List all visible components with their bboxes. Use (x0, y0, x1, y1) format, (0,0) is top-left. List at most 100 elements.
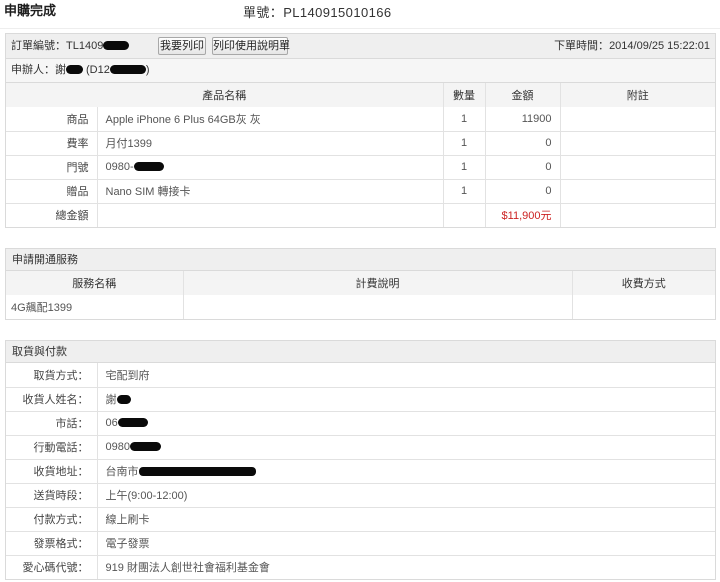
column-header-amount: 金額 (485, 83, 561, 107)
field-value: 上午(9:00-12:00) (97, 483, 715, 508)
table-row: 商品 Apple iPhone 6 Plus 64GB灰 灰 1 11900 (6, 107, 715, 132)
applicant-name: 謝 (55, 64, 66, 76)
item-note (560, 131, 715, 156)
order-items-header-row: 產品名稱 數量 金額 附註 (6, 83, 715, 107)
table-row: 收貨人姓名： 謝 (6, 387, 715, 412)
item-quantity: 1 (443, 155, 486, 180)
order-summary-panel: 訂單編號：TL1409 我要列印 列印使用說明單 下單時間：2014/09/25… (5, 33, 716, 228)
item-category: 費率 (6, 131, 98, 156)
page-header: 申購完成 單號：PL140915010166 (0, 0, 720, 29)
applicant-label: 申辦人： (11, 64, 55, 76)
item-category: 門號 (6, 155, 98, 180)
total-amount: $11,900元 (485, 203, 561, 227)
field-value: 宅配到府 (97, 363, 715, 388)
redaction-mark (129, 441, 161, 451)
order-time: 下單時間：2014/09/25 15:22:01 (554, 34, 710, 58)
item-amount: 0 (485, 155, 561, 180)
item-category: 贈品 (6, 179, 98, 204)
item-amount: 0 (485, 179, 561, 204)
table-row: 行動電話： 0980 (6, 435, 715, 460)
mobile-prefix: 0980 (105, 441, 130, 453)
item-category: 商品 (6, 107, 98, 132)
redaction-mark (133, 161, 164, 171)
item-quantity: 1 (443, 179, 486, 204)
item-name: 月付1399 (97, 131, 444, 156)
item-amount: 11900 (485, 107, 561, 132)
total-name-cell (97, 203, 444, 227)
order-items-table: 產品名稱 數量 金額 附註 商品 Apple iPhone 6 Plus 64G… (6, 83, 715, 227)
field-value: 919 財團法人創世社會福利基金會 (105, 562, 270, 575)
table-row: 費率 月付1399 1 0 (6, 131, 715, 156)
total-row: 總金額 $11,900元 (6, 203, 715, 227)
item-name: Apple iPhone 6 Plus 64GB灰 灰 (97, 107, 444, 132)
column-header-service-name: 服務名稱 (6, 271, 184, 295)
field-label: 愛心碼代號： (6, 555, 98, 579)
applicant-id: (D12 (86, 64, 110, 76)
services-panel: 申請開通服務 服務名稱 計費說明 收費方式 4G飆配1399 (5, 248, 716, 320)
field-label: 收貨地址： (6, 459, 98, 484)
order-number-value: PL140915010166 (283, 5, 392, 20)
field-value: 06 (97, 411, 715, 436)
field-value: 謝 (97, 387, 715, 412)
service-payment (572, 295, 715, 319)
table-row: 門號 0980- 1 0 (6, 155, 715, 180)
field-label: 取貨方式： (6, 363, 98, 388)
services-table: 服務名稱 計費說明 收費方式 4G飆配1399 (6, 271, 715, 319)
order-time-value: 2014/09/25 15:22:01 (609, 40, 710, 52)
field-value: 線上刷卡 (97, 507, 715, 532)
table-row: 市話： 06 (6, 411, 715, 436)
table-row: 送貨時段： 上午(9:00-12:00) (6, 483, 715, 508)
delivery-title: 取貨與付款 (6, 341, 715, 363)
total-quantity-cell (443, 203, 486, 227)
applicant-id-close: ) (145, 64, 150, 76)
table-row: 收貨地址： 台南市 (6, 459, 715, 484)
address-prefix: 台南市 (105, 466, 139, 478)
column-header-billing: 計費說明 (183, 271, 573, 295)
table-row: 付款方式： 線上刷卡 (6, 507, 715, 532)
table-row: 贈品 Nano SIM 轉接卡 1 0 (6, 179, 715, 204)
column-header-payment: 收費方式 (572, 271, 715, 295)
order-id-label: 訂單編號： (11, 40, 66, 52)
field-value: 0980 (97, 435, 715, 460)
table-row: 取貨方式： 宅配到府 (6, 363, 715, 388)
column-header-quantity: 數量 (443, 83, 486, 107)
item-note (560, 107, 715, 132)
receiver-name: 謝 (105, 394, 117, 406)
redaction-mark (138, 466, 256, 476)
total-label: 總金額 (6, 203, 98, 227)
item-name: 0980- (97, 155, 444, 180)
column-header-product-name: 產品名稱 (6, 83, 444, 107)
table-row: 愛心碼代號： 919 財團法人創世社會福利基金會 (6, 555, 715, 579)
phone-number-prefix: 0980- (105, 161, 134, 173)
item-amount: 0 (485, 131, 561, 156)
order-time-label: 下單時間： (554, 40, 610, 52)
field-label: 市話： (6, 411, 98, 436)
services-header-row: 服務名稱 計費說明 收費方式 (6, 271, 715, 295)
print-button[interactable]: 我要列印 (158, 37, 206, 55)
item-quantity: 1 (443, 107, 486, 132)
field-value: 台南市 (97, 459, 715, 484)
field-label: 送貨時段： (6, 483, 98, 508)
services-title: 申請開通服務 (6, 249, 715, 271)
total-note-cell (560, 203, 715, 227)
order-id-value: TL1409 (66, 40, 104, 52)
item-name: Nano SIM 轉接卡 (97, 179, 444, 204)
table-row: 發票格式： 電子發票 (6, 531, 715, 556)
field-label: 行動電話： (6, 435, 98, 460)
print-guide-button[interactable]: 列印使用說明單 (212, 37, 290, 55)
page-title: 申購完成 (4, 3, 57, 18)
service-billing (183, 295, 573, 319)
table-row: 4G飆配1399 (6, 295, 715, 319)
service-name: 4G飆配1399 (6, 295, 184, 319)
order-number-label: 單號： (243, 5, 284, 20)
delivery-table: 取貨方式： 宅配到府 收貨人姓名： 謝 市話： 06 行動電話： 0980 收貨… (6, 363, 715, 579)
field-value: 電子發票 (97, 531, 715, 556)
order-info-bar: 訂單編號：TL1409 我要列印 列印使用說明單 下單時間：2014/09/25… (6, 34, 715, 59)
column-header-note: 附註 (560, 83, 715, 107)
field-label: 收貨人姓名： (6, 387, 98, 412)
delivery-panel: 取貨與付款 取貨方式： 宅配到府 收貨人姓名： 謝 市話： 06 行動電話： 0… (5, 340, 716, 580)
field-label: 付款方式： (6, 507, 98, 532)
order-number: 單號：PL140915010166 (243, 5, 391, 21)
redaction-mark (103, 40, 130, 50)
item-note (560, 155, 715, 180)
